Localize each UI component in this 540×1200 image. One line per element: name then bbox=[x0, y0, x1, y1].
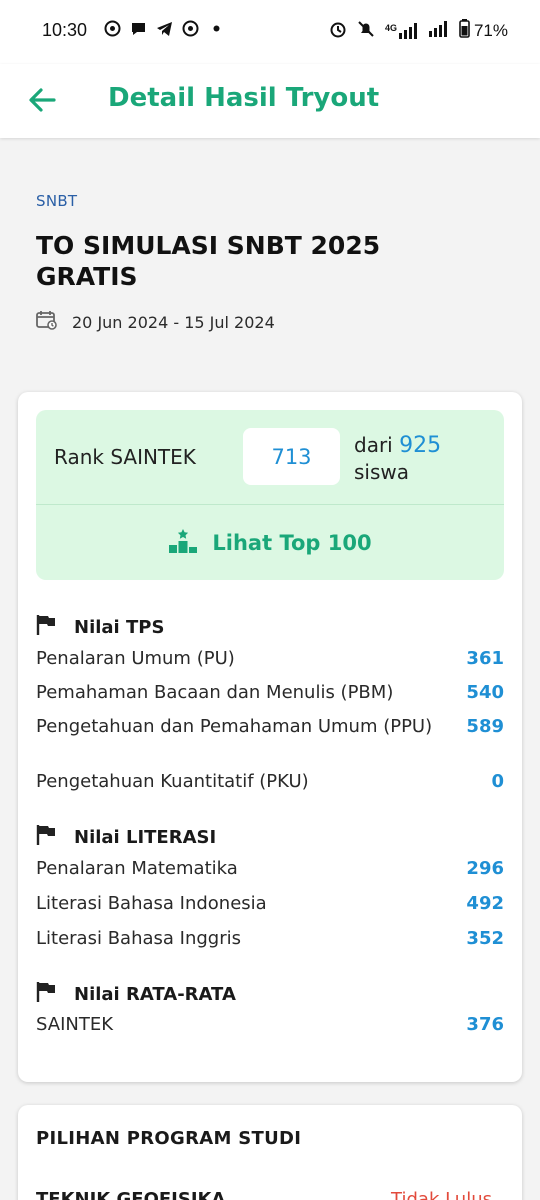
status-bar: 10:30 4G 71% bbox=[0, 0, 540, 64]
flag-icon bbox=[36, 614, 56, 641]
score-row: Pengetahuan Kuantitatif (PKU) 0 bbox=[36, 771, 504, 792]
rank-dari-label: dari bbox=[354, 433, 393, 457]
flag-icon bbox=[36, 824, 56, 851]
program-studi-title: PILIHAN PROGRAM STUDI bbox=[36, 1128, 302, 1149]
score-value: 492 bbox=[466, 893, 504, 914]
score-value: 0 bbox=[491, 771, 504, 792]
network-4g-icon: 4G bbox=[385, 23, 419, 39]
telegram-icon bbox=[156, 20, 173, 37]
score-value: 296 bbox=[466, 858, 504, 879]
calendar-icon bbox=[36, 310, 58, 334]
rank-total-text: dari 925 siswa bbox=[354, 432, 441, 485]
score-label: SAINTEK bbox=[36, 1014, 114, 1035]
score-label: Penalaran Matematika bbox=[36, 858, 238, 879]
status-time: 10:30 bbox=[42, 20, 88, 40]
score-label: Pengetahuan dan Pemahaman Umum (PPU) bbox=[36, 716, 433, 737]
section-title-rata-rata: Nilai RATA-RATA bbox=[74, 984, 236, 1005]
score-value: 352 bbox=[466, 928, 504, 949]
app-bar: Detail Hasil Tryout bbox=[0, 64, 540, 138]
program-item-status: Tidak Lulus bbox=[391, 1189, 492, 1200]
dot-icon bbox=[208, 20, 225, 37]
arrow-left-icon bbox=[29, 88, 56, 112]
category-label: SNBT bbox=[36, 192, 78, 210]
podium-icon bbox=[168, 528, 198, 558]
network-label: 4G bbox=[384, 23, 397, 33]
system-icons: 4G 71% bbox=[329, 19, 508, 43]
date-row: 20 Jun 2024 - 15 Jul 2024 bbox=[36, 310, 275, 334]
whatsapp-icon bbox=[182, 20, 199, 37]
score-row: Penalaran Umum (PU) 361 bbox=[36, 648, 504, 669]
score-value: 589 bbox=[466, 716, 504, 737]
section-header-tps: Nilai TPS bbox=[36, 614, 164, 641]
score-row: SAINTEK 376 bbox=[36, 1014, 504, 1035]
score-row: Pemahaman Bacaan dan Menulis (PBM) 540 bbox=[36, 682, 504, 703]
whatsapp-icon bbox=[104, 20, 121, 37]
score-label: Literasi Bahasa Inggris bbox=[36, 928, 241, 949]
tryout-header: SNBT TO SIMULASI SNBT 2025 GRATIS 20 Jun… bbox=[0, 138, 540, 390]
rank-unit: siswa bbox=[354, 460, 410, 484]
rank-summary: Rank SAINTEK 713 dari 925 siswa bbox=[36, 410, 504, 505]
rank-label: Rank SAINTEK bbox=[54, 445, 196, 469]
program-studi-card: PILIHAN PROGRAM STUDI TEKNIK GEOFISIKA T… bbox=[18, 1105, 522, 1200]
score-label: Pengetahuan Kuantitatif (PKU) bbox=[36, 771, 309, 792]
battery-percentage: 71% bbox=[473, 21, 508, 40]
rank-box: Rank SAINTEK 713 dari 925 siswa Lihat To… bbox=[36, 410, 504, 580]
rank-total: 925 bbox=[399, 433, 442, 458]
score-label: Penalaran Umum (PU) bbox=[36, 648, 235, 669]
score-row: Literasi Bahasa Indonesia 492 bbox=[36, 893, 504, 914]
score-value: 361 bbox=[466, 648, 504, 669]
mute-icon bbox=[357, 20, 375, 43]
score-label: Literasi Bahasa Indonesia bbox=[36, 893, 267, 914]
score-row: Pengetahuan dan Pemahaman Umum (PPU) 589 bbox=[36, 716, 504, 737]
notification-icons bbox=[104, 20, 225, 37]
back-button[interactable] bbox=[22, 80, 62, 120]
rank-value: 713 bbox=[243, 428, 340, 485]
alarm-icon bbox=[329, 20, 347, 43]
section-header-rata-rata: Nilai RATA-RATA bbox=[36, 981, 236, 1008]
chat-bubble-icon bbox=[130, 20, 147, 37]
flag-icon bbox=[36, 981, 56, 1008]
section-header-literasi: Nilai LITERASI bbox=[36, 824, 216, 851]
program-item-name[interactable]: TEKNIK GEOFISIKA bbox=[36, 1189, 225, 1200]
signal-icon bbox=[428, 20, 449, 42]
section-title-tps: Nilai TPS bbox=[74, 617, 165, 638]
page-title: Detail Hasil Tryout bbox=[108, 83, 380, 113]
score-row: Literasi Bahasa Inggris 352 bbox=[36, 928, 504, 949]
section-title-literasi: Nilai LITERASI bbox=[74, 827, 217, 848]
score-value: 540 bbox=[466, 682, 504, 703]
battery-icon bbox=[459, 19, 470, 43]
score-label: Pemahaman Bacaan dan Menulis (PBM) bbox=[36, 682, 394, 703]
result-card: Rank SAINTEK 713 dari 925 siswa Lihat To… bbox=[18, 392, 522, 1082]
date-range: 20 Jun 2024 - 15 Jul 2024 bbox=[72, 312, 275, 332]
tryout-title: TO SIMULASI SNBT 2025 GRATIS bbox=[36, 231, 381, 291]
view-top-100-button[interactable]: Lihat Top 100 bbox=[36, 506, 504, 580]
view-top-100-label: Lihat Top 100 bbox=[212, 531, 372, 555]
score-value: 376 bbox=[466, 1014, 504, 1035]
score-row: Penalaran Matematika 296 bbox=[36, 858, 504, 879]
